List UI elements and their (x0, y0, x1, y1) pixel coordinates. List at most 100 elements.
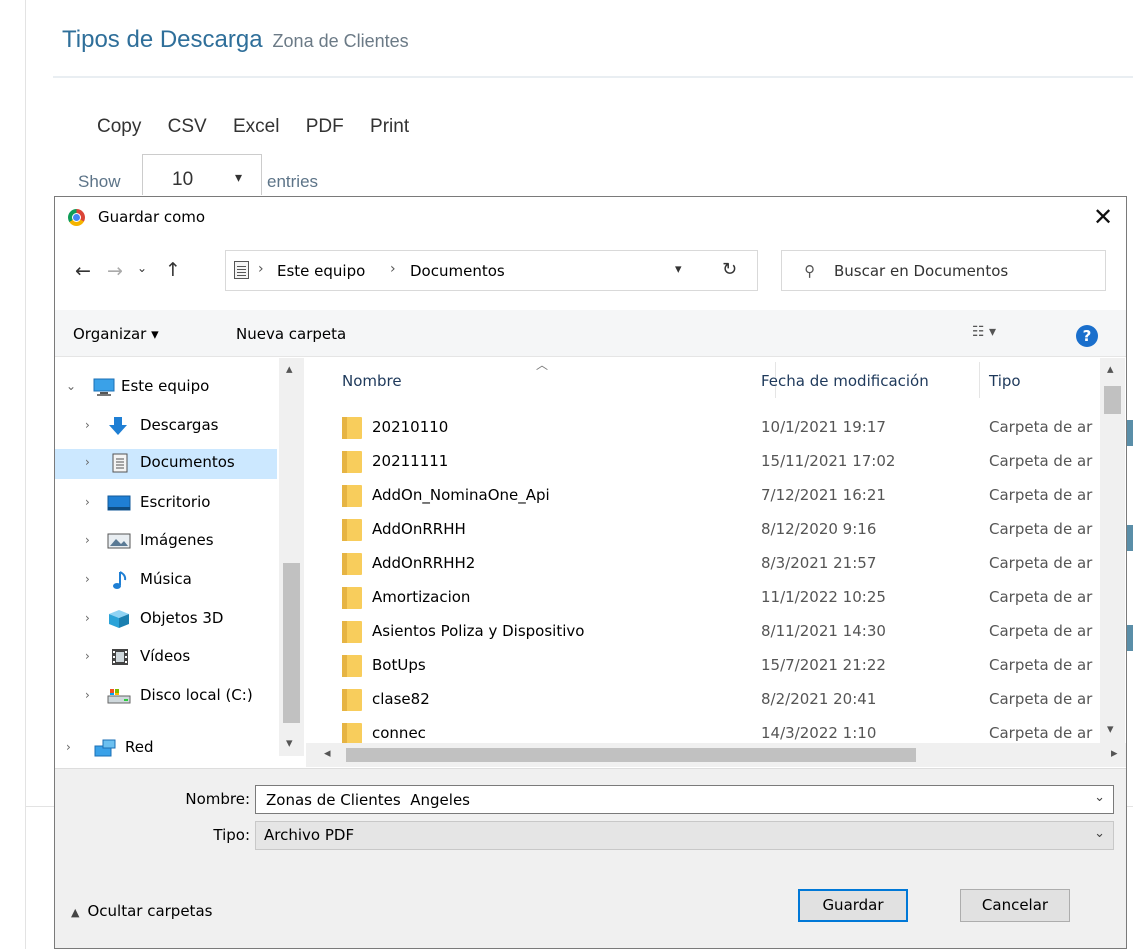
chevron-down-icon[interactable]: ⌄ (1094, 826, 1105, 841)
hide-folders-button[interactable]: ▲ Ocultar carpetas (71, 902, 212, 920)
breadcrumb-este-equipo[interactable]: Este equipo (277, 262, 365, 280)
column-header-tipo[interactable]: Tipo (989, 372, 1021, 390)
scroll-right-icon[interactable]: ▸ (1111, 746, 1118, 761)
file-list-vertical-scrollbar[interactable]: ▴ ▾ (1100, 358, 1125, 743)
sort-ascending-icon: ︿ (536, 358, 549, 372)
file-row[interactable]: Asientos Poliza y Dispositivo 8/11/2021 1… (306, 616, 1126, 650)
horizontal-scroll-thumb[interactable] (346, 748, 916, 762)
nav-item-musica[interactable]: › Música (55, 566, 277, 596)
nav-item-descargas[interactable]: › Descargas (55, 412, 277, 442)
nav-item-escritorio[interactable]: › Escritorio (55, 489, 277, 519)
nav-item-objetos-3d[interactable]: › Objetos 3D (55, 605, 277, 635)
documents-icon (234, 261, 249, 279)
file-row[interactable]: AddOnRRHH2 8/3/2021 21:57 Carpeta de ar (306, 548, 1126, 582)
filetype-select[interactable]: Archivo PDF ⌄ (255, 821, 1114, 850)
breadcrumb-separator-icon: › (258, 261, 264, 277)
file-date: 14/3/2022 1:10 (761, 724, 877, 742)
nav-scrollbar[interactable]: ▴ ▾ (279, 358, 304, 756)
new-folder-button[interactable]: Nueva carpeta (236, 325, 346, 343)
file-date: 8/12/2020 9:16 (761, 520, 877, 538)
scroll-left-icon[interactable]: ◂ (324, 746, 331, 761)
filename-input[interactable] (264, 789, 1068, 811)
scroll-up-icon[interactable]: ▴ (286, 362, 293, 377)
file-type: Carpeta de ar (989, 622, 1093, 640)
chevron-right-icon[interactable]: › (85, 611, 90, 625)
recent-locations-chevron-icon[interactable]: ⌄ (137, 261, 147, 275)
organize-button[interactable]: Organizar ▾ (73, 325, 159, 343)
help-icon[interactable]: ? (1076, 325, 1098, 347)
file-row[interactable]: clase82 8/2/2021 20:41 Carpeta de ar (306, 684, 1126, 718)
entries-select[interactable]: 10 ▾ (142, 154, 262, 195)
expanded-chevron-icon[interactable]: ⌄ (66, 379, 76, 393)
chevron-right-icon[interactable]: › (66, 740, 71, 754)
address-bar[interactable]: › Este equipo › Documentos ▾ ↻ (225, 250, 758, 291)
scroll-up-icon[interactable]: ▴ (1107, 362, 1114, 377)
nav-label: Disco local (C:) (140, 686, 253, 704)
vertical-scroll-thumb[interactable] (1104, 386, 1121, 414)
up-arrow-icon[interactable]: ↑ (165, 259, 181, 281)
file-row[interactable]: BotUps 15/7/2021 21:22 Carpeta de ar (306, 650, 1126, 684)
folder-icon (342, 553, 362, 575)
chevron-right-icon[interactable]: › (85, 649, 90, 663)
back-arrow-icon[interactable]: ← (75, 260, 91, 282)
nav-label: Documentos (140, 453, 235, 471)
scroll-down-icon[interactable]: ▾ (286, 736, 293, 751)
nav-item-red[interactable]: › Red (55, 734, 277, 764)
chevron-right-icon[interactable]: › (85, 418, 90, 432)
file-row[interactable]: 20211111 15/11/2021 17:02 Carpeta de ar (306, 446, 1126, 480)
chevron-down-icon[interactable]: ⌄ (1094, 790, 1105, 805)
breadcrumb-documentos[interactable]: Documentos (410, 262, 505, 280)
column-header-nombre[interactable]: Nombre (342, 372, 402, 390)
file-row[interactable]: 20210110 10/1/2021 19:17 Carpeta de ar (306, 412, 1126, 446)
folder-icon (342, 621, 362, 643)
pdf-button[interactable]: PDF (306, 116, 344, 137)
nav-item-este-equipo[interactable]: ⌄ Este equipo (55, 373, 277, 403)
view-options-icon[interactable]: ☷ ▾ (972, 324, 996, 340)
save-form: Nombre: ⌄ Tipo: Archivo PDF ⌄ ▲ Ocultar c… (55, 768, 1126, 948)
file-type: Carpeta de ar (989, 554, 1093, 572)
chevron-right-icon[interactable]: › (85, 455, 90, 469)
file-date: 8/11/2021 14:30 (761, 622, 886, 640)
chevron-right-icon[interactable]: › (85, 572, 90, 586)
file-row[interactable]: connec 14/3/2022 1:10 Carpeta de ar (306, 718, 1126, 743)
chevron-right-icon[interactable]: › (85, 688, 90, 702)
chevron-right-icon[interactable]: › (85, 495, 90, 509)
nav-scroll-thumb[interactable] (283, 563, 300, 723)
search-input[interactable] (832, 259, 1096, 283)
folder-icon (342, 587, 362, 609)
cancel-button[interactable]: Cancelar (960, 889, 1070, 922)
file-row[interactable]: AddOnRRHH 8/12/2020 9:16 Carpeta de ar (306, 514, 1126, 548)
nav-item-imagenes[interactable]: › Imágenes (55, 527, 277, 557)
chevron-up-icon: ▲ (71, 906, 80, 919)
nav-item-videos[interactable]: › Vídeos (55, 643, 277, 673)
file-row[interactable]: AddOn_NominaOne_Api 7/12/2021 16:21 Carpet… (306, 480, 1126, 514)
nav-label: Imágenes (140, 531, 214, 549)
chevron-right-icon[interactable]: › (85, 533, 90, 547)
refresh-icon[interactable]: ↻ (722, 259, 737, 280)
address-dropdown-icon[interactable]: ▾ (675, 262, 682, 277)
print-button[interactable]: Print (370, 116, 409, 137)
save-button[interactable]: Guardar (798, 889, 908, 922)
excel-button[interactable]: Excel (233, 116, 279, 137)
csv-button[interactable]: CSV (168, 116, 207, 137)
filename-field[interactable]: ⌄ (255, 785, 1114, 814)
close-icon[interactable]: ✕ (1080, 197, 1126, 239)
chrome-app-icon (68, 209, 85, 226)
search-icon: ⚲ (804, 262, 815, 280)
file-date: 8/3/2021 21:57 (761, 554, 877, 572)
search-box[interactable]: ⚲ (781, 250, 1106, 291)
hide-folders-label: Ocultar carpetas (87, 902, 213, 920)
file-row[interactable]: Amortizacion 11/1/2022 10:25 Carpeta de ar (306, 582, 1126, 616)
nav-item-disco-local[interactable]: › Disco local (C:) (55, 682, 277, 712)
column-divider[interactable] (979, 362, 980, 398)
nav-item-documentos[interactable]: › Documentos (55, 449, 277, 479)
column-header-fecha[interactable]: Fecha de modificación (761, 372, 929, 390)
dialog-toolbar: Organizar ▾ Nueva carpeta ☷ ▾ ? (55, 310, 1126, 357)
forward-arrow-icon[interactable]: → (107, 260, 123, 282)
file-name: 20211111 (372, 452, 449, 470)
scroll-down-icon[interactable]: ▾ (1107, 722, 1114, 737)
file-list-horizontal-scrollbar[interactable]: ◂ ▸ (306, 743, 1126, 767)
copy-button[interactable]: Copy (97, 116, 141, 137)
file-name: Asientos Poliza y Dispositivo (372, 622, 585, 640)
page-subtitle: Zona de Clientes (272, 31, 409, 51)
